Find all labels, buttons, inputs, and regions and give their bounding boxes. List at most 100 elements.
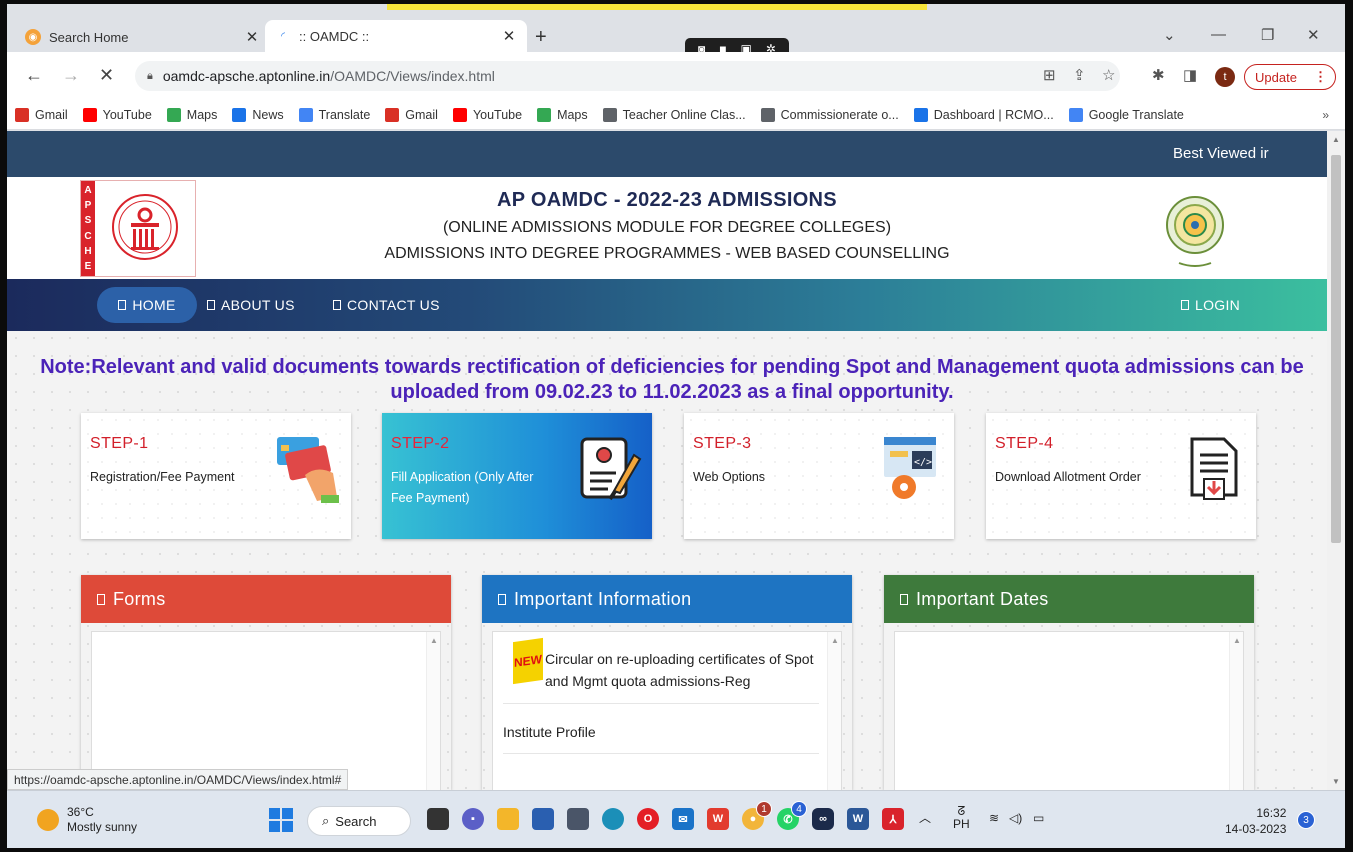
url-host: oamdc-apsche.aptonline.in [162, 68, 331, 84]
important-dates-panel: Important Dates ▲ [884, 575, 1254, 790]
update-button[interactable]: Update ⋮ [1244, 64, 1336, 90]
list-item[interactable]: NEW Circular on re-uploading certificate… [503, 637, 819, 704]
input-language[interactable]: ᘔ PH [953, 805, 970, 831]
nav-about-us[interactable]: ABOUT US [207, 287, 295, 323]
wifi-icon[interactable]: ≋ [989, 811, 999, 825]
system-clock[interactable]: 16:32 14-03-2023 [1225, 805, 1286, 837]
scroll-down-arrow-icon[interactable]: ▼ [1332, 777, 1340, 786]
scroll-up-icon[interactable]: ▲ [1233, 636, 1241, 645]
chat-icon[interactable]: ▪ [462, 808, 484, 830]
step-description: Web Options [693, 470, 766, 484]
extensions-puzzle-icon[interactable]: ✱ [1152, 66, 1165, 84]
file-explorer-icon[interactable] [497, 808, 519, 830]
acrobat-icon[interactable]: ⅄ [882, 808, 904, 830]
scroll-up-icon[interactable]: ▲ [831, 636, 839, 645]
news-icon [232, 107, 247, 122]
bookmark-item[interactable]: Commissionerate o... [760, 107, 899, 122]
tab-title: :: OAMDC :: [299, 28, 370, 44]
volume-icon[interactable]: ◁) [1009, 811, 1022, 825]
bookmark-item[interactable]: YouTube [82, 107, 152, 122]
calculator-icon[interactable] [567, 808, 589, 830]
new-tab-plus-icon[interactable]: + [535, 26, 547, 49]
translate-page-icon[interactable]: ⊞ [1043, 66, 1056, 84]
bookmarks-overflow-icon[interactable]: » [1322, 108, 1329, 122]
step-card-2[interactable]: STEP-2 Fill Application (Only After Fee … [382, 413, 652, 539]
bookmark-item[interactable]: Maps [537, 107, 588, 122]
dates-list[interactable]: ▲ [894, 631, 1244, 790]
windows-start-icon[interactable] [269, 808, 293, 832]
bookmark-item[interactable]: Gmail [15, 107, 68, 122]
bookmark-item[interactable]: Gmail [385, 107, 438, 122]
wps-office-icon[interactable]: W [707, 808, 729, 830]
nav-home-label: HOME [132, 297, 176, 313]
bookmark-item[interactable]: Translate [298, 107, 371, 122]
mail-icon[interactable]: ✉ [672, 808, 694, 830]
taskbar-search[interactable]: ⌕ Search [307, 806, 411, 836]
information-scrollbar[interactable]: ▲ [827, 632, 841, 790]
list-item[interactable]: Institute Profile [503, 708, 819, 754]
info-item-text[interactable]: Institute Profile [503, 724, 596, 740]
tab-search-home[interactable]: ◉ Search Home ✕ [25, 22, 270, 52]
close-tab-icon[interactable]: ✕ [242, 28, 262, 46]
bookmark-item[interactable]: Teacher Online Clas... [602, 107, 746, 122]
step-card-3[interactable]: STEP-3 Web Options </> [684, 413, 954, 539]
tab-title: Search Home [49, 29, 129, 45]
webex-icon[interactable]: ∞ [812, 808, 834, 830]
step-card-1[interactable]: STEP-1 Registration/Fee Payment [81, 413, 351, 539]
bookmark-label: Teacher Online Clas... [622, 107, 746, 122]
window-close-icon[interactable]: ✕ [1307, 26, 1320, 44]
bookmark-item[interactable]: Dashboard | RCMO... [913, 107, 1054, 122]
forms-list[interactable]: ▲ [91, 631, 441, 790]
home-icon [118, 300, 127, 310]
side-panel-icon[interactable]: ◨ [1183, 66, 1197, 84]
bookmark-item[interactable]: Google Translate [1068, 107, 1184, 122]
bookmark-item[interactable]: News [232, 107, 284, 122]
edge-icon[interactable] [602, 808, 624, 830]
info-item-text[interactable]: Circular on re-uploading certificates of… [545, 648, 815, 692]
bookmark-label: Translate [318, 107, 371, 122]
information-list[interactable]: NEW Circular on re-uploading certificate… [492, 631, 842, 790]
notice-text: Note:Relevant and valid documents toward… [40, 356, 1304, 403]
scroll-up-arrow-icon[interactable]: ▲ [1332, 135, 1340, 144]
word-icon[interactable]: W [847, 808, 869, 830]
ap-govt-emblem-icon [1166, 196, 1224, 267]
nav-contact-us[interactable]: CONTACT US [333, 287, 440, 323]
lock-icon[interactable]: 🔒︎ [147, 70, 153, 83]
stop-loading-icon[interactable]: ✕ [99, 65, 114, 86]
weather-widget[interactable]: 36°C Mostly sunny [37, 805, 137, 835]
youtube-icon [452, 107, 467, 122]
address-bar[interactable]: 🔒︎ oamdc-apsche.aptonline.in/OAMDC/Views… [135, 61, 1120, 91]
web-settings-icon: </> [884, 437, 936, 499]
main-navbar: HOME ABOUT US CONTACT US LOGIN [7, 279, 1327, 331]
forms-scrollbar[interactable]: ▲ [426, 632, 440, 790]
nav-home[interactable]: HOME [97, 287, 197, 323]
close-tab-icon[interactable]: ✕ [499, 27, 519, 45]
gmail-icon [15, 107, 29, 122]
page-scrollbar[interactable]: ▲ ▼ [1327, 131, 1345, 790]
opera-icon[interactable]: O [637, 808, 659, 830]
step-name: STEP-1 [90, 435, 149, 452]
forward-arrow-icon[interactable]: → [62, 65, 80, 86]
tray-overflow-chevron-icon[interactable]: ︿ [919, 809, 931, 826]
task-view-icon[interactable] [427, 808, 449, 830]
dates-scrollbar[interactable]: ▲ [1229, 632, 1243, 790]
battery-icon[interactable]: ▭ [1033, 811, 1044, 825]
nav-login[interactable]: LOGIN [1181, 287, 1240, 323]
bookmark-label: Commissionerate o... [780, 107, 899, 122]
minimize-icon[interactable]: — [1211, 26, 1226, 43]
bookmark-star-icon[interactable]: ☆ [1102, 66, 1115, 84]
bookmark-item[interactable]: YouTube [452, 107, 522, 122]
more-menu-icon[interactable]: ⋮ [1314, 69, 1327, 85]
share-icon[interactable]: ⇪ [1073, 66, 1086, 84]
notification-count-badge[interactable]: 3 [1297, 811, 1315, 829]
back-arrow-icon[interactable]: ← [25, 65, 43, 86]
bookmark-item[interactable]: Maps [166, 107, 217, 122]
scroll-up-icon[interactable]: ▲ [430, 636, 438, 645]
profile-avatar[interactable]: t [1215, 67, 1235, 87]
restore-icon[interactable]: ❐ [1261, 26, 1274, 44]
tab-search-chevron-icon[interactable]: ⌄ [1163, 26, 1176, 44]
store-icon[interactable] [532, 808, 554, 830]
scrollbar-thumb[interactable] [1331, 155, 1341, 543]
step-card-4[interactable]: STEP-4 Download Allotment Order [986, 413, 1256, 539]
tab-oamdc[interactable]: ◜ :: OAMDC :: ✕ [265, 20, 527, 52]
